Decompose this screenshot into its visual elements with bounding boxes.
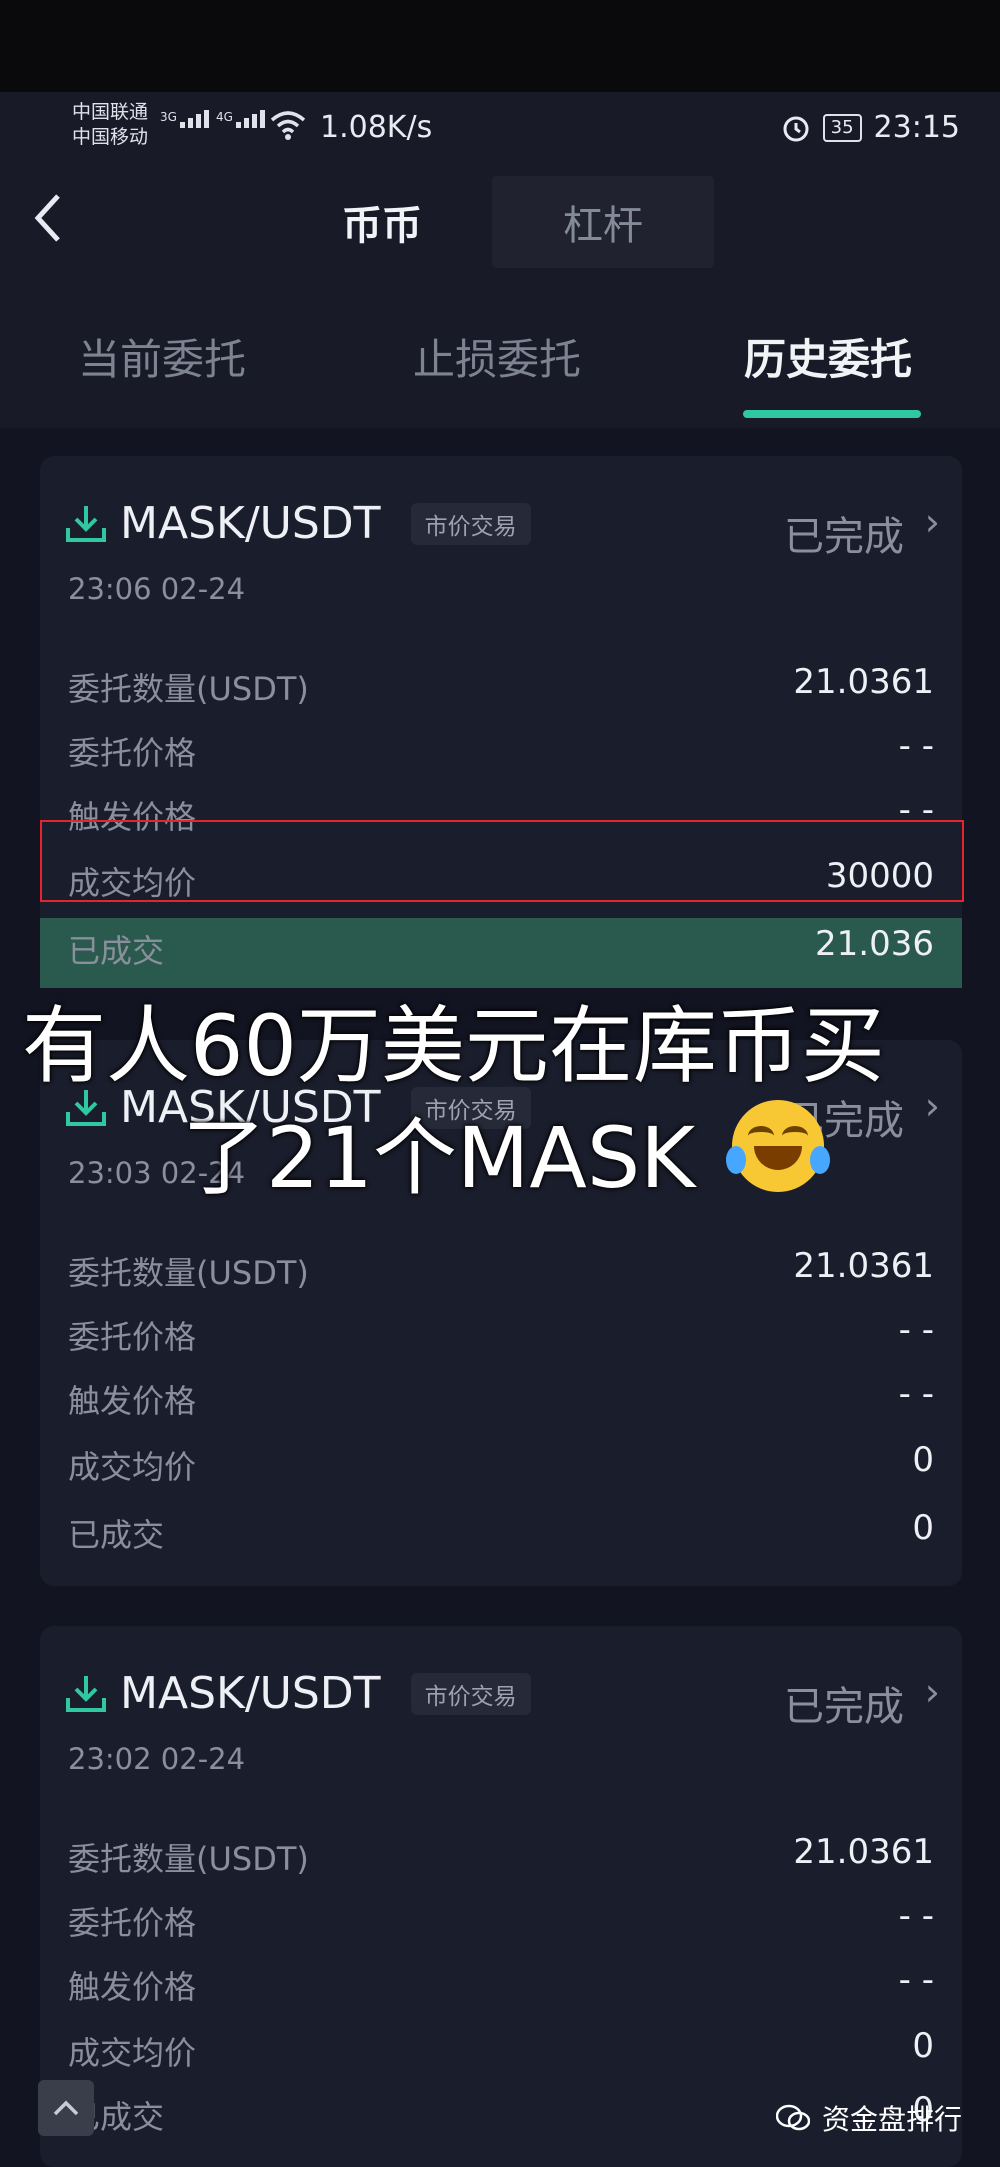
order-status: 已完成 [784, 1684, 904, 1730]
alarm-icon [783, 116, 809, 141]
carrier-info: 中国联通 中国移动 [72, 100, 148, 150]
top-black-bar [0, 0, 1000, 92]
wifi-icon [270, 111, 306, 140]
order-status: 已完成 [784, 514, 904, 560]
order-type-badge: 市价交易 [410, 1672, 531, 1715]
top-nav: 币币 杠杆 [0, 172, 1000, 298]
laughing-emoji-icon [726, 1100, 830, 1192]
tab-current-orders[interactable]: 当前委托 [78, 326, 246, 387]
download-icon [66, 1675, 106, 1712]
wechat-icon [775, 2104, 810, 2131]
status-right: 35 23:15 [781, 110, 960, 145]
order-row-filled: 已成交 21.036 [40, 914, 962, 988]
order-card[interactable]: MASK/USDT 市价交易 已完成 › 23:02 02-24 委托数量(US… [40, 1626, 962, 2167]
carrier-1: 中国联通 [72, 101, 149, 123]
segment-leverage[interactable]: 杠杆 [492, 176, 714, 268]
order-row: 成交均价 0 [68, 2026, 934, 2072]
trading-pair: MASK/USDT [120, 1668, 381, 1719]
order-time: 23:06 02-24 [68, 572, 246, 606]
back-button[interactable] [30, 190, 66, 260]
chevron-left-icon [34, 194, 60, 242]
download-icon [66, 505, 106, 542]
watermark: 资金盘排行 [775, 2098, 962, 2138]
highlight-box [40, 820, 964, 902]
battery-icon: 35 [822, 113, 862, 142]
network-speed: 1.08K/s [320, 110, 433, 145]
order-row: 已成交 0 [68, 1508, 934, 1554]
tab-order-history[interactable]: 历史委托 [744, 326, 912, 387]
caption-line-1: 有人60万美元在库币买 [22, 997, 885, 1095]
clock: 23:15 [873, 110, 960, 145]
trading-pair: MASK/USDT [120, 498, 381, 549]
overlay-caption: 有人60万美元在库币买 了21个MASK [22, 990, 982, 1214]
tab-stop-orders[interactable]: 止损委托 [413, 326, 581, 387]
carrier-2: 中国移动 [72, 126, 149, 148]
order-type-badge: 市价交易 [410, 502, 531, 545]
order-row: 成交均价 0 [68, 1440, 934, 1486]
segment-spot[interactable]: 币币 [272, 176, 492, 268]
caption-line-2: 了21个MASK [182, 1109, 696, 1207]
scroll-to-top-button[interactable] [38, 2080, 94, 2136]
chevron-right-icon: › [924, 500, 940, 544]
order-row: 触发价格 - - [68, 1960, 934, 2006]
order-row: 委托价格 - - [68, 1896, 934, 1942]
signal-icon-1: 3G [160, 110, 209, 128]
order-row: 委托价格 - - [68, 726, 934, 772]
order-row: 委托价格 - - [68, 1310, 934, 1356]
order-tabs: 当前委托 止损委托 历史委托 [0, 298, 1000, 428]
order-time: 23:02 02-24 [68, 1742, 246, 1776]
order-row: 触发价格 - - [68, 1374, 934, 1420]
order-title: MASK/USDT 市价交易 [64, 498, 531, 549]
signal-icon-2: 4G [216, 110, 265, 128]
active-tab-indicator [743, 410, 921, 418]
chevron-up-icon [53, 2100, 79, 2116]
order-row: 委托数量(USDT) 21.0361 [68, 1246, 934, 1292]
status-bar: 中国联通 中国移动 3G 4G 1.08K/s 35 23:15 [0, 92, 1000, 172]
order-title: MASK/USDT 市价交易 [64, 1668, 531, 1719]
chevron-right-icon: › [924, 1670, 940, 1714]
order-row: 委托数量(USDT) 21.0361 [68, 662, 934, 708]
watermark-text: 资金盘排行 [821, 2103, 962, 2136]
order-row: 委托数量(USDT) 21.0361 [68, 1832, 934, 1878]
